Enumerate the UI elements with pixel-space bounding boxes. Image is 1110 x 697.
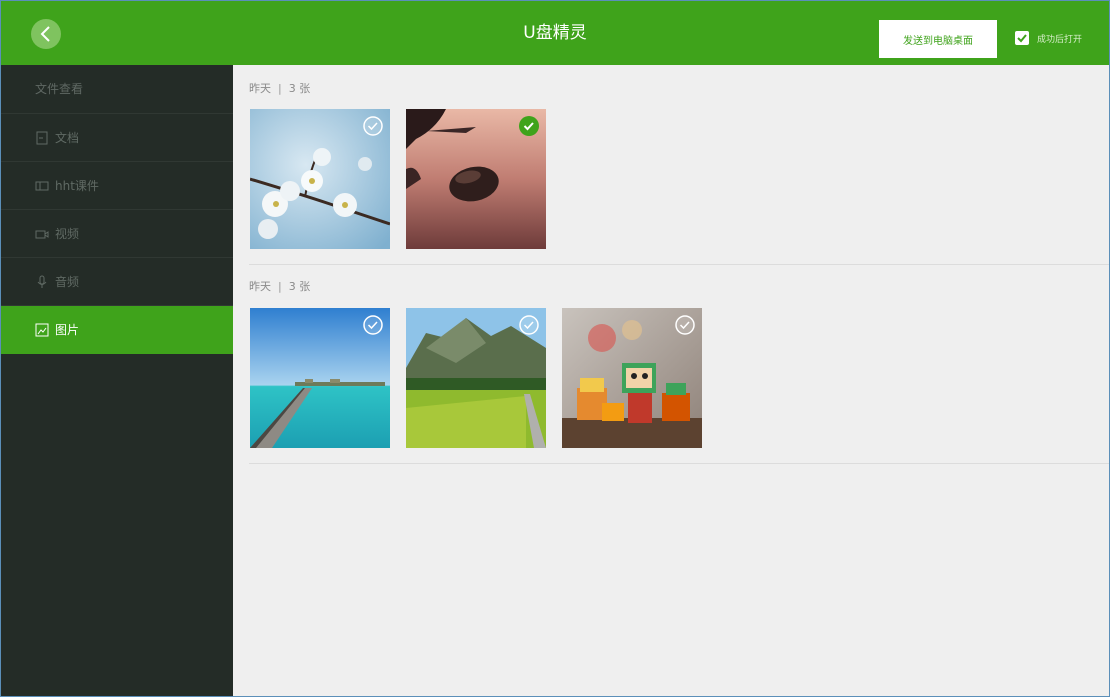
sidebar-item-courseware[interactable]: hht课件 bbox=[1, 162, 233, 210]
sidebar-item-documents[interactable]: 文档 bbox=[1, 114, 233, 162]
open-after-success-toggle[interactable]: 成功后打开 bbox=[1015, 31, 1082, 45]
image-icon bbox=[35, 323, 49, 336]
send-to-desktop-button[interactable]: 发送到电脑桌面 bbox=[879, 20, 997, 58]
photo-group: 昨天 | 3 张 bbox=[249, 79, 1109, 99]
separator: | bbox=[278, 82, 282, 95]
sidebar-item-label: 文档 bbox=[55, 131, 80, 145]
select-circle-icon[interactable] bbox=[674, 314, 696, 336]
group-label: 昨天 | 3 张 bbox=[249, 79, 1109, 99]
sidebar-item-images[interactable]: 图片 bbox=[1, 306, 233, 354]
photo-thumbnail[interactable] bbox=[250, 109, 390, 249]
video-icon bbox=[35, 230, 49, 238]
audio-icon bbox=[37, 275, 47, 288]
courseware-icon bbox=[35, 181, 49, 190]
back-button[interactable] bbox=[31, 19, 61, 49]
sidebar-header: 文件查看 bbox=[1, 65, 233, 114]
open-after-label: 成功后打开 bbox=[1037, 34, 1083, 45]
photo-thumbnail[interactable] bbox=[406, 109, 546, 249]
title-bar: U盘精灵 发送到电脑桌面 成功后打开 bbox=[1, 1, 1109, 65]
photo-gallery: 昨天 | 3 张 昨天 | 3 张 bbox=[233, 65, 1109, 696]
select-circle-icon[interactable] bbox=[362, 314, 384, 336]
group-date: 昨天 bbox=[249, 280, 271, 293]
sidebar-item-label: 图片 bbox=[55, 323, 80, 337]
selected-check-icon[interactable] bbox=[518, 115, 540, 137]
app-window: U盘精灵 发送到电脑桌面 成功后打开 文件查看 文档 hht课件 视频 音频 图… bbox=[0, 0, 1110, 697]
separator: | bbox=[278, 280, 282, 293]
sidebar-item-audio[interactable]: 音频 bbox=[1, 258, 233, 306]
chevron-left-icon bbox=[40, 26, 50, 42]
group-label: 昨天 | 3 张 bbox=[249, 277, 1109, 297]
photo-thumbnail[interactable] bbox=[406, 308, 546, 448]
group-date: 昨天 bbox=[249, 82, 271, 95]
select-circle-icon[interactable] bbox=[362, 115, 384, 137]
group-divider bbox=[249, 264, 1109, 265]
photo-thumbnail[interactable] bbox=[250, 308, 390, 448]
open-after-checkbox[interactable] bbox=[1015, 31, 1029, 45]
photo-thumbnail[interactable] bbox=[562, 308, 702, 448]
document-icon bbox=[36, 131, 48, 144]
sidebar-item-label: 音频 bbox=[55, 275, 80, 289]
sidebar-item-video[interactable]: 视频 bbox=[1, 210, 233, 258]
group-count: 3 张 bbox=[288, 82, 311, 95]
sidebar: 文件查看 文档 hht课件 视频 音频 图片 bbox=[1, 65, 233, 696]
group-divider bbox=[249, 463, 1109, 464]
sidebar-item-label: 视频 bbox=[55, 227, 80, 241]
checkmark-icon bbox=[1017, 34, 1027, 43]
select-circle-icon[interactable] bbox=[518, 314, 540, 336]
photo-group: 昨天 | 3 张 bbox=[249, 277, 1109, 297]
group-count: 3 张 bbox=[288, 280, 311, 293]
sidebar-item-label: hht课件 bbox=[55, 179, 99, 193]
